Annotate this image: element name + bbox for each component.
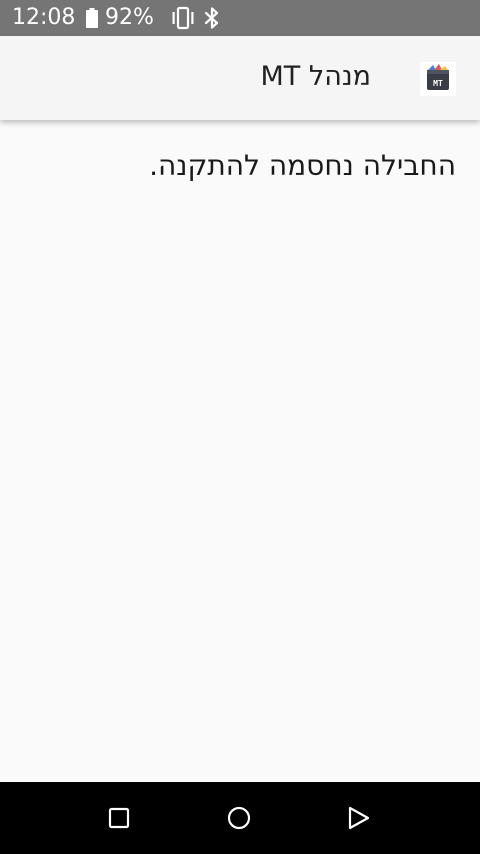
home-icon[interactable] xyxy=(225,804,253,832)
app-bar: מנהל MT MT xyxy=(0,36,480,120)
back-icon[interactable] xyxy=(345,804,373,832)
status-time: 12:08 xyxy=(12,5,76,30)
bluetooth-icon xyxy=(204,7,219,29)
navigation-bar xyxy=(0,782,480,854)
recents-icon[interactable] xyxy=(105,804,133,832)
install-blocked-message: החבילה נחסמה להתקנה. xyxy=(149,149,456,182)
vibrate-icon xyxy=(172,6,194,30)
screen: 12:08 92% מנהל MT MT החבילה נחסמה להתקנה… xyxy=(0,0,480,854)
content-area: החבילה נחסמה להתקנה. xyxy=(0,120,480,782)
app-title: מנהל MT xyxy=(260,61,371,92)
battery-icon xyxy=(86,8,98,28)
mt-manager-logo-icon[interactable]: MT xyxy=(420,62,456,96)
status-bar: 12:08 92% xyxy=(0,0,480,36)
svg-text:MT: MT xyxy=(433,79,443,88)
battery-percent: 92% xyxy=(105,5,154,30)
